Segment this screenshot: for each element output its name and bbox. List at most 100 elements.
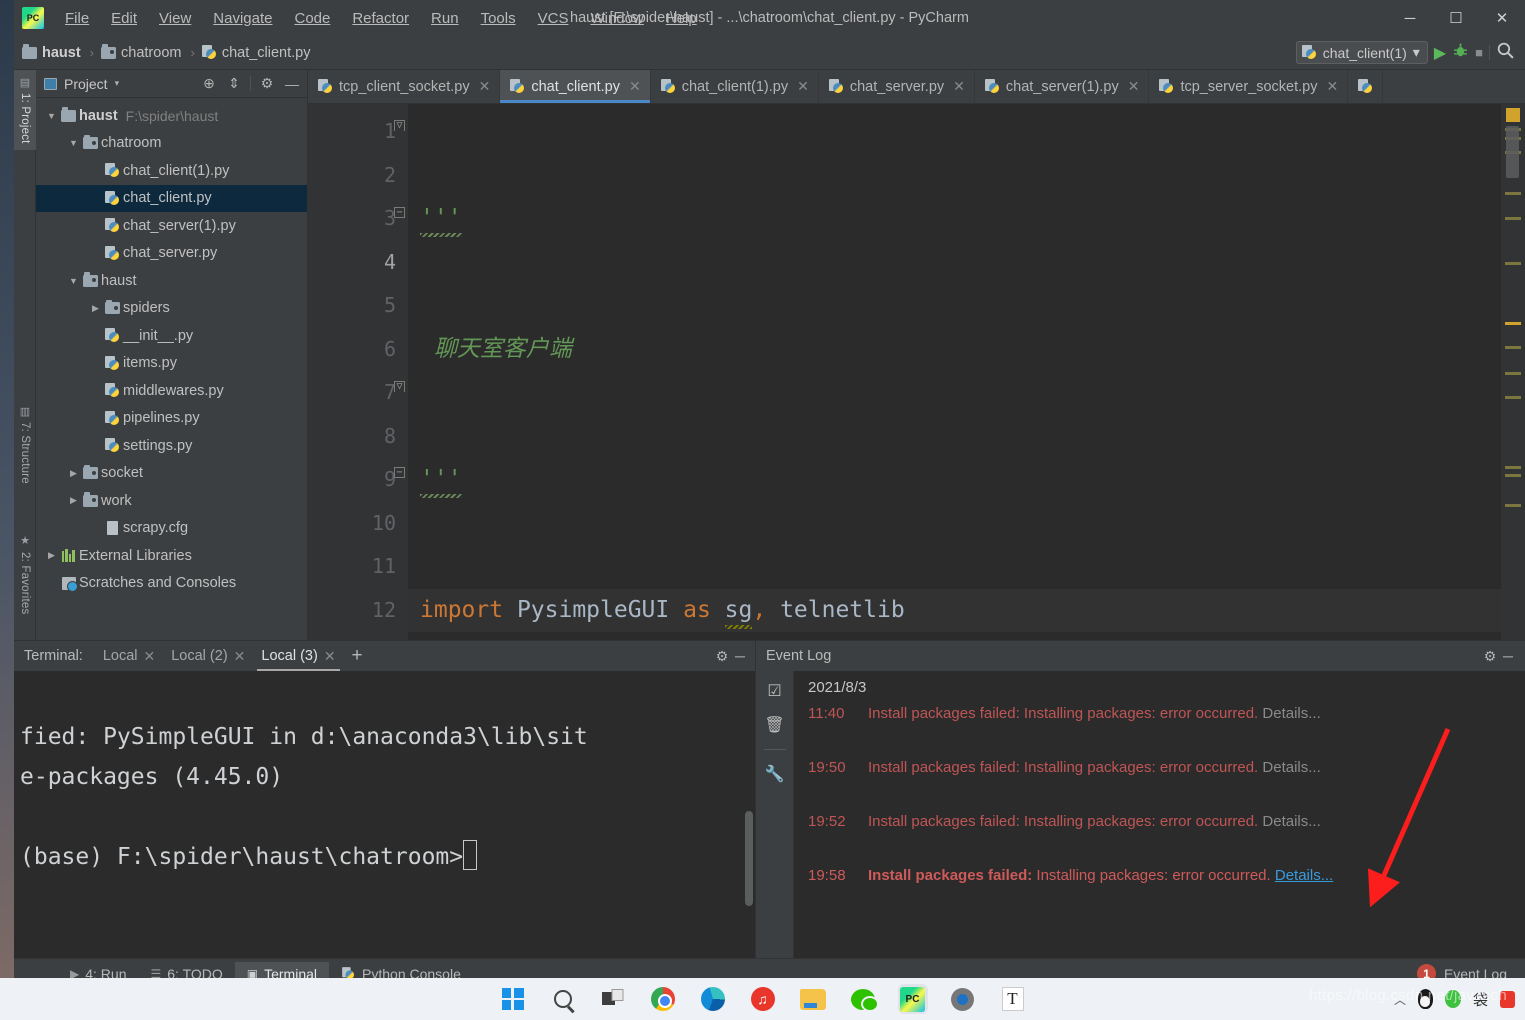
event-log-entry[interactable]: 11:40 Install packages failed: Installing… xyxy=(794,699,1525,753)
text-editor-icon[interactable]: T xyxy=(998,984,1028,1014)
search-icon[interactable] xyxy=(548,984,578,1014)
tree-expand-arrow[interactable]: ▶ xyxy=(66,495,81,506)
target-icon[interactable]: ⊕ xyxy=(200,75,218,92)
code-fold-marker[interactable]: ▽ xyxy=(394,381,405,392)
menu-code[interactable]: Code xyxy=(283,6,341,31)
app-tray-icon[interactable] xyxy=(1500,990,1515,1008)
menu-vcs[interactable]: VCS xyxy=(527,6,580,31)
tree-item-scratches-and-consoles[interactable]: Scratches and Consoles xyxy=(36,570,307,598)
tree-item-haust[interactable]: ▼ haust xyxy=(36,267,307,295)
editor-tab-chat-client-py[interactable]: chat_client.py ✕ xyxy=(500,70,651,103)
close-icon[interactable]: ✕ xyxy=(479,78,491,95)
collapse-all-icon[interactable]: ⇕ xyxy=(225,75,243,92)
code-fold-marker[interactable]: − xyxy=(394,467,405,478)
tree-item-middlewares-py[interactable]: middlewares.py xyxy=(36,377,307,405)
sidebar-item-project[interactable]: ▤ 1: Project xyxy=(14,70,36,150)
menu-tools[interactable]: Tools xyxy=(470,6,527,31)
tree-item-chat-client-1-py[interactable]: chat_client(1).py xyxy=(36,157,307,185)
ime-icon[interactable]: 袋 xyxy=(1473,989,1488,1010)
tree-item-items-py[interactable]: items.py xyxy=(36,350,307,378)
menu-refactor[interactable]: Refactor xyxy=(341,6,420,31)
event-details-link[interactable]: Details... xyxy=(1262,813,1320,830)
wrench-icon[interactable]: 🔧 xyxy=(765,764,785,784)
stop-button[interactable]: ■ xyxy=(1475,45,1483,60)
breadcrumb-haust[interactable]: haust › xyxy=(22,44,98,61)
wechat-icon[interactable] xyxy=(848,984,879,1014)
terminal-tab-local-2[interactable]: Local (2) ✕ xyxy=(163,641,253,671)
minimize-icon[interactable]: ─ xyxy=(1499,648,1517,664)
sidebar-item-structure[interactable]: ▥ 7: Structure xyxy=(14,399,36,490)
menu-run[interactable]: Run xyxy=(420,6,470,31)
gear-icon[interactable]: ⚙ xyxy=(1481,648,1499,665)
close-button[interactable]: ✕ xyxy=(1479,0,1525,36)
menu-navigate[interactable]: Navigate xyxy=(202,6,283,31)
file-explorer-icon[interactable] xyxy=(798,984,828,1014)
chrome-icon[interactable] xyxy=(648,984,678,1014)
minimize-icon[interactable]: ─ xyxy=(731,648,749,664)
tree-item-work[interactable]: ▶ work xyxy=(36,487,307,515)
debug-button[interactable] xyxy=(1452,42,1469,63)
editor-tab-tcp-server-socket-py[interactable]: tcp_server_socket.py ✕ xyxy=(1149,70,1349,103)
close-icon[interactable]: ✕ xyxy=(1128,78,1140,95)
close-icon[interactable]: ✕ xyxy=(144,648,156,665)
close-icon[interactable]: ✕ xyxy=(234,648,246,665)
close-icon[interactable]: ✕ xyxy=(953,78,965,95)
editor-marker-bar[interactable] xyxy=(1501,104,1525,640)
editor-tab-tcp-client-socket-py[interactable]: tcp_client_socket.py ✕ xyxy=(308,70,501,103)
event-details-link[interactable]: Details... xyxy=(1262,705,1320,722)
wechat-tray-icon[interactable] xyxy=(1444,990,1461,1008)
new-terminal-button[interactable]: + xyxy=(344,645,371,667)
tree-expand-arrow[interactable]: ▶ xyxy=(44,550,59,561)
mark-read-icon[interactable]: ☑ xyxy=(767,681,781,701)
tree-item-chat-client-py[interactable]: chat_client.py xyxy=(36,184,307,212)
tree-item-external-libraries[interactable]: ▶ External Libraries xyxy=(36,542,307,570)
minimize-icon[interactable]: — xyxy=(283,76,301,92)
gear-icon[interactable]: ⚙ xyxy=(713,648,731,665)
close-icon[interactable]: ✕ xyxy=(629,78,641,95)
project-tree[interactable]: ▼ haust F:\spider\haust ▼ chatroom chat_clien… xyxy=(36,98,307,640)
tree-expand-arrow[interactable]: ▼ xyxy=(44,111,59,121)
menu-window[interactable]: Window xyxy=(579,6,654,31)
pycharm-icon[interactable] xyxy=(897,984,928,1014)
tree-item-settings-py[interactable]: settings.py xyxy=(36,432,307,460)
menu-file[interactable]: File xyxy=(54,6,100,31)
tree-item-haust[interactable]: ▼ haust F:\spider\haust xyxy=(36,102,307,130)
search-everywhere-icon[interactable] xyxy=(1496,41,1515,65)
breadcrumb-chat-client[interactable]: chat_client.py xyxy=(201,45,310,61)
code-fold-marker[interactable]: − xyxy=(394,207,405,218)
menu-view[interactable]: View xyxy=(148,6,202,31)
code-editor[interactable]: 1 2 3 4 5 6 7 8 9 10 11 12 ▽ − ▽ − ''' 聊天室客户端 ''' impor… xyxy=(308,104,1525,640)
tree-item-pipelines-py[interactable]: pipelines.py xyxy=(36,405,307,433)
event-details-link[interactable]: Details... xyxy=(1275,867,1333,884)
tree-expand-arrow[interactable]: ▶ xyxy=(66,468,81,479)
chevron-down-icon[interactable]: ▾ xyxy=(115,78,120,89)
editor-tab-bar[interactable]: tcp_client_socket.py ✕ chat_client.py ✕ chat… xyxy=(308,70,1525,104)
tree-item-chat-server-py[interactable]: chat_server.py xyxy=(36,240,307,268)
maximize-button[interactable]: ☐ xyxy=(1433,0,1479,36)
tree-expand-arrow[interactable]: ▶ xyxy=(88,303,103,314)
close-icon[interactable]: ✕ xyxy=(324,648,336,665)
task-view-icon[interactable] xyxy=(598,984,628,1014)
event-details-link[interactable]: Details... xyxy=(1262,759,1320,776)
tree-item-chatroom[interactable]: ▼ chatroom xyxy=(36,130,307,158)
windows-start-icon[interactable] xyxy=(498,984,528,1014)
terminal-tab-local[interactable]: Local ✕ xyxy=(95,641,163,671)
qq-penguin-icon[interactable] xyxy=(1417,989,1433,1009)
settings-gear-icon[interactable] xyxy=(948,984,978,1014)
terminal-tab-local-3[interactable]: Local (3) ✕ xyxy=(253,641,343,671)
editor-tab-overflow[interactable] xyxy=(1348,70,1384,103)
tree-item-init-py[interactable]: __init__.py xyxy=(36,322,307,350)
gear-icon[interactable]: ⚙ xyxy=(258,75,276,92)
editor-tab-chat-server-py[interactable]: chat_server.py ✕ xyxy=(819,70,975,103)
tree-item-chat-server-1-py[interactable]: chat_server(1).py xyxy=(36,212,307,240)
editor-horizontal-scrollbar[interactable] xyxy=(520,625,1461,634)
event-log-entry[interactable]: 19:58 Install packages failed: Installing… xyxy=(794,861,1525,915)
tree-expand-arrow[interactable]: ▼ xyxy=(66,276,81,286)
edge-icon[interactable] xyxy=(698,984,728,1014)
code-content[interactable]: ''' 聊天室客户端 ''' import PysimpleGUI as sg,… xyxy=(408,104,1501,640)
netease-music-icon[interactable]: ♫ xyxy=(748,984,778,1014)
code-fold-marker[interactable]: ▽ xyxy=(394,120,405,131)
menu-help[interactable]: Help xyxy=(655,6,708,31)
tree-item-socket[interactable]: ▶ socket xyxy=(36,460,307,488)
close-icon[interactable]: ✕ xyxy=(1326,78,1338,95)
